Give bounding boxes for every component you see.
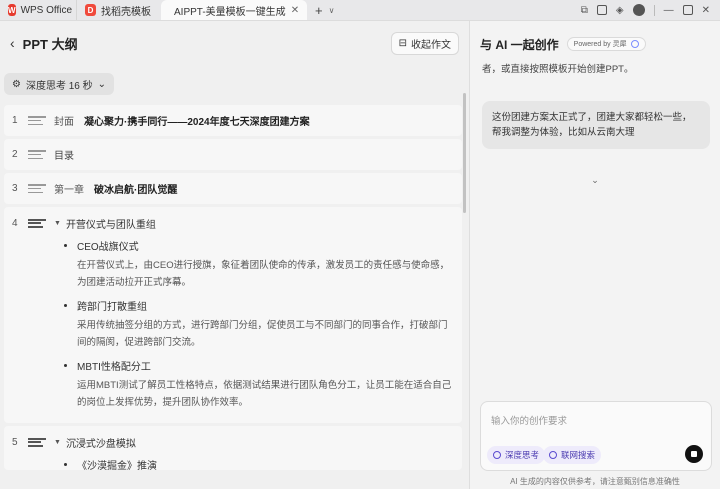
bullet-icon <box>64 303 67 307</box>
item-number: 2 <box>12 149 18 160</box>
item-title[interactable]: 破冰启航·团队觉醒 <box>94 181 177 196</box>
tab-docer-templates[interactable]: D 找稻壳模板 <box>76 0 159 20</box>
item-title[interactable]: 目录 <box>54 147 74 162</box>
outline-item-toc[interactable]: 2 目录 <box>4 139 462 170</box>
item-number: 4 <box>12 217 18 229</box>
item-title[interactable]: 开营仪式与团队重组 <box>66 216 156 231</box>
stop-icon <box>691 451 697 457</box>
outline-item-section[interactable]: 4 ▼ 开营仪式与团队重组 CEO战旗仪式 在开营仪式上，由CEO进行授旗，象征… <box>4 207 462 423</box>
ai-chat-panel: 与 AI 一起创作 Powered by 灵犀 者，或直接按照模板开始创建PPT… <box>470 21 720 489</box>
deep-think-toggle[interactable]: 深度思考 <box>487 446 546 464</box>
slide-layout-icon <box>28 184 46 193</box>
thinking-label: 深度思考 16 秒 <box>25 80 93 92</box>
bullet-icon <box>64 363 67 367</box>
sub-item-desc[interactable]: 采用传统抽签分组的方式，进行跨部门分组，促使员工与不同部门的同事合作，打破部门间… <box>56 317 454 351</box>
disclaimer: AI 生成的内容仅供参考，请注意甄别信息准确性 <box>510 477 680 486</box>
chevron-down-icon[interactable]: ∨ <box>329 6 335 15</box>
tab-aippt[interactable]: AIPPT-美量模板一键生成 ✕ <box>161 0 307 20</box>
new-tab-button[interactable]: + ∨ <box>307 0 342 20</box>
close-window-icon[interactable]: ✕ <box>702 5 710 16</box>
chevron-down-icon: ⌄ <box>97 78 107 90</box>
stop-button[interactable] <box>685 445 703 463</box>
item-kind: 第一章 <box>54 185 84 196</box>
sub-item-title[interactable]: CEO战旗仪式 <box>56 237 454 253</box>
collapse-triangle-icon[interactable]: ▼ <box>54 439 61 446</box>
collapse-button[interactable]: ⊟ 收起作文 <box>390 31 459 55</box>
user-message: 这份团建方案太正式了，团建大家都轻松一些，帮我调整为体验，比如从云南大理 <box>482 101 710 149</box>
tab-label: AIPPT-美量模板一键生成 <box>174 6 286 18</box>
scrollbar[interactable] <box>463 93 466 213</box>
atom-icon <box>493 451 501 459</box>
close-tab-icon[interactable]: ✕ <box>291 5 299 16</box>
plus-icon: + <box>315 2 323 18</box>
slide-layout-icon <box>28 437 46 447</box>
chat-title: 与 AI 一起创作 <box>480 37 559 52</box>
ai-message: 者，或直接按照模板开始创建PPT。 <box>482 64 634 75</box>
sub-item-title[interactable]: 跨部门打散重组 <box>56 297 454 313</box>
outline-list: 1 封面 凝心聚力·携手同行——2024年度七天深度团建方案 2 目录 3 第一… <box>4 105 462 473</box>
bullet-icon <box>64 462 67 466</box>
item-number: 1 <box>12 115 18 126</box>
item-title[interactable]: 凝心聚力·携手同行——2024年度七天深度团建方案 <box>84 113 310 128</box>
maximize-icon[interactable] <box>682 5 693 15</box>
tab-label: WPS Office <box>20 4 73 16</box>
collapse-icon: ⊟ <box>398 37 407 49</box>
outline-header: ‹ PPT 大纲 ⊟ 收起作文 <box>0 21 469 65</box>
prompt-placeholder: 输入你的创作要求 <box>491 416 568 427</box>
item-title[interactable]: 沉浸式沙盘模拟 <box>66 435 136 450</box>
outline-item-chapter[interactable]: 3 第一章 破冰启航·团队觉醒 <box>4 173 462 204</box>
outline-item-section[interactable]: 5 ▼ 沉浸式沙盘模拟 《沙漠掘金》推演 <box>4 426 462 470</box>
page-title: PPT 大纲 <box>22 36 78 52</box>
thinking-toggle[interactable]: ⚙ 深度思考 16 秒 ⌄ <box>4 73 115 95</box>
wps-logo-icon: W <box>8 4 16 16</box>
powered-badge: Powered by 灵犀 <box>566 37 646 51</box>
lingxi-logo-icon <box>630 40 639 48</box>
bullet-icon <box>64 243 67 247</box>
prompt-input[interactable]: 输入你的创作要求 深度思考 联网搜索 <box>480 401 712 471</box>
chat-header: 与 AI 一起创作 Powered by 灵犀 <box>470 21 720 67</box>
slide-layout-icon <box>28 218 46 228</box>
sub-item-desc[interactable]: 运用MBTI测试了解员工性格特点，依据测试结果进行团队角色分工，让员工能在适合自… <box>56 377 454 411</box>
window-controls: ⧉ ◈ — ✕ <box>581 0 720 20</box>
chevron-down-icon[interactable]: ⌄ <box>470 175 720 186</box>
sub-items: CEO战旗仪式 在开营仪式上，由CEO进行授旗，象征着团队使命的传承，激发员工的… <box>12 237 454 411</box>
avatar[interactable] <box>632 4 645 16</box>
collapse-triangle-icon[interactable]: ▼ <box>54 220 61 227</box>
tab-label: 找稻壳模板 <box>101 6 151 18</box>
sub-item-title[interactable]: MBTI性格配分工 <box>56 357 454 373</box>
screenshot-icon[interactable]: ⧉ <box>581 5 588 16</box>
item-number: 5 <box>12 436 18 448</box>
thinking-icon: ⚙ <box>12 78 21 90</box>
tab-wps-office[interactable]: W WPS Office <box>0 0 76 20</box>
window-icon[interactable] <box>596 5 607 15</box>
globe-icon <box>549 451 557 459</box>
docer-logo-icon: D <box>85 4 96 16</box>
outline-item-cover[interactable]: 1 封面 凝心聚力·携手同行——2024年度七天深度团建方案 <box>4 105 462 136</box>
sub-items: 《沙漠掘金》推演 <box>12 456 454 470</box>
item-kind: 封面 <box>54 117 74 128</box>
sub-item-title[interactable]: 《沙漠掘金》推演 <box>56 456 454 470</box>
cube-icon[interactable]: ◈ <box>616 5 624 16</box>
collapse-label: 收起作文 <box>411 39 451 51</box>
outline-panel: ‹ PPT 大纲 ⊟ 收起作文 ⚙ 深度思考 16 秒 ⌄ 1 封面 凝心聚力·… <box>0 21 469 489</box>
tab-bar: W WPS Office D 找稻壳模板 AIPPT-美量模板一键生成 ✕ + … <box>0 0 720 21</box>
minimize-icon[interactable]: — <box>664 5 674 16</box>
sub-item-desc[interactable]: 在开营仪式上，由CEO进行授旗，象征着团队使命的传承，激发员工的责任感与使命感，… <box>56 257 454 291</box>
item-number: 3 <box>12 183 18 194</box>
slide-layout-icon <box>28 116 46 125</box>
web-search-toggle[interactable]: 联网搜索 <box>543 446 602 464</box>
back-icon[interactable]: ‹ <box>10 35 15 51</box>
slide-layout-icon <box>28 150 46 159</box>
divider <box>653 4 655 16</box>
